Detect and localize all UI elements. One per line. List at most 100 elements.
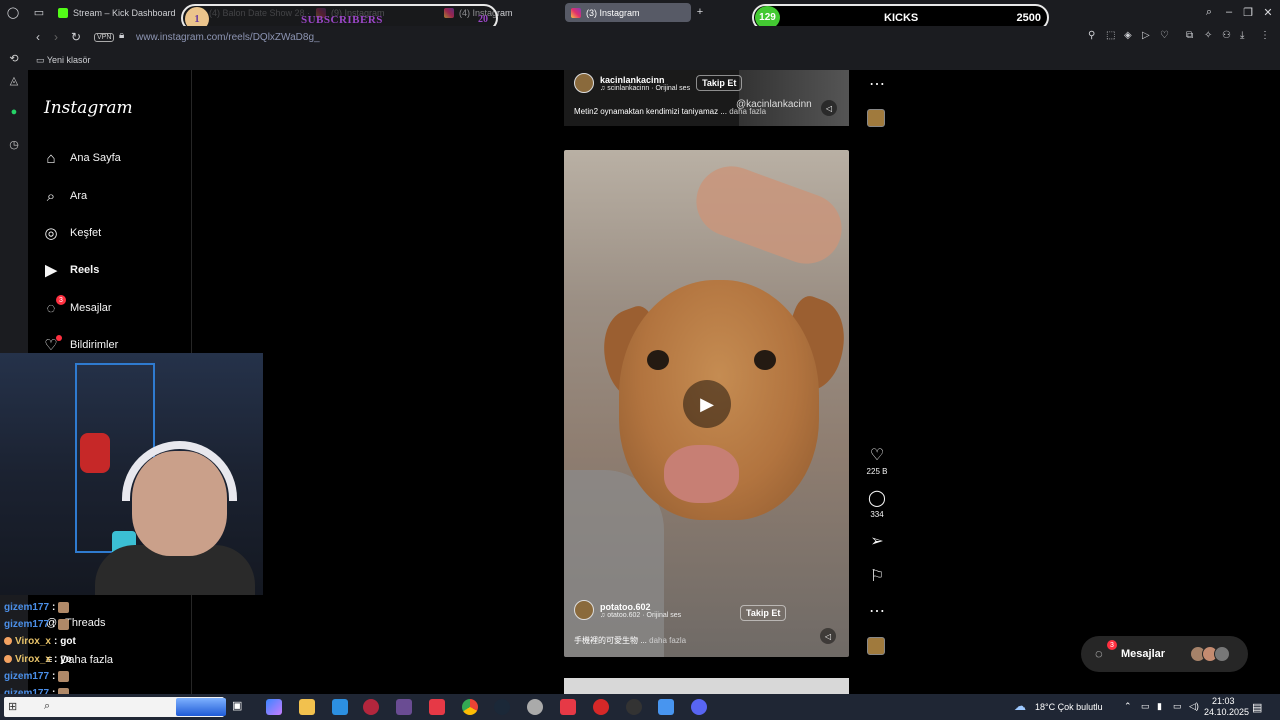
chat-message: Virox_x: got xyxy=(4,634,76,648)
menu-icon[interactable]: ⋮ xyxy=(1260,30,1270,41)
subscribers-label: SUBSCRIBERS xyxy=(301,14,383,26)
url-field[interactable]: www.instagram.com/reels/DQlxZWaD8g_ xyxy=(136,32,320,43)
download-icon[interactable]: ⤓ xyxy=(1240,30,1244,41)
app-icon[interactable] xyxy=(560,699,576,715)
avatar[interactable] xyxy=(574,73,594,93)
vpn-badge[interactable]: VPN xyxy=(94,33,115,42)
opera-menu-icon[interactable]: ◯ xyxy=(6,5,20,19)
weather-icon[interactable]: ☁ xyxy=(1014,699,1030,715)
app-icon[interactable] xyxy=(429,699,445,715)
volume-icon[interactable]: ◁) xyxy=(1189,701,1199,712)
task-view-icon[interactable]: ▣ xyxy=(232,699,248,715)
taskbar-search[interactable]: ⊞ ⌕ xyxy=(4,697,226,717)
app-icon[interactable] xyxy=(626,699,642,715)
copilot-icon[interactable] xyxy=(266,699,282,715)
profile-icon[interactable]: ⚇ xyxy=(1222,30,1231,41)
app-icon[interactable] xyxy=(396,699,412,715)
heart-icon[interactable]: ♡ xyxy=(1160,30,1169,41)
nav-reels[interactable]: ▶ Reels xyxy=(42,258,99,282)
mute-icon[interactable]: ◁ xyxy=(820,628,836,644)
bookmark-folder[interactable]: ▭ Yeni klasör xyxy=(36,55,91,66)
lock-icon[interactable]: 🔒︎ xyxy=(119,30,124,41)
emote-icon xyxy=(58,601,70,613)
translate-icon[interactable]: ⧉ xyxy=(1186,30,1193,41)
instagram-logo[interactable]: Instagram xyxy=(44,98,133,118)
notifications-icon[interactable]: ▤ xyxy=(1252,701,1262,714)
reel-previous-thumbnail xyxy=(739,70,849,126)
windows-start-icon[interactable]: ⊞ xyxy=(8,700,17,713)
store-icon[interactable] xyxy=(332,699,348,715)
tray-chevron-icon[interactable]: ⌃ xyxy=(1124,701,1132,712)
tab-instagram-3[interactable]: (3) Instagram xyxy=(565,3,691,22)
clock-time[interactable]: 21:03 xyxy=(1212,696,1235,706)
more-options-icon[interactable]: ⋯ xyxy=(866,74,888,94)
reload-icon[interactable]: ↻ xyxy=(71,30,81,44)
comment-icon[interactable]: ◯ xyxy=(866,488,888,508)
nav-explore[interactable]: ◎ Keşfet xyxy=(42,221,101,245)
whatsapp-icon[interactable]: ● xyxy=(7,106,21,120)
new-tab-button[interactable]: + xyxy=(693,5,707,19)
more-options-icon[interactable]: ⋯ xyxy=(866,601,888,621)
reel-author: potatoo.602 ♫ otatoo.602 · Orijinal ses xyxy=(574,600,681,620)
pin-icon[interactable]: ⚲ xyxy=(1088,30,1095,41)
share-icon[interactable]: ➢ xyxy=(866,531,888,551)
tab-menu-icon[interactable]: ▭ xyxy=(32,5,46,19)
back-icon[interactable]: ‹ xyxy=(36,30,40,44)
search-highlight-icon xyxy=(176,698,226,716)
messages-badge: 3 xyxy=(1107,640,1117,650)
close-icon[interactable]: ✕ xyxy=(1261,5,1275,19)
avatar[interactable] xyxy=(574,600,594,620)
steam-icon[interactable] xyxy=(494,699,510,715)
nav-home[interactable]: ⌂ Ana Sayfa xyxy=(42,146,120,170)
weather-text[interactable]: 18°C Çok bulutlu xyxy=(1035,702,1103,712)
speed-dial-icon[interactable]: ⟲ xyxy=(7,52,21,66)
search-icon: ⌕ xyxy=(44,700,51,712)
app-icon[interactable] xyxy=(527,699,543,715)
microphone-icon[interactable]: ▮ xyxy=(1157,701,1162,712)
app-icon[interactable] xyxy=(658,699,674,715)
reel-previous[interactable]: kacinlankacinn ♫ scinlankacinn · Orijina… xyxy=(564,70,849,126)
nav-messages[interactable]: ◌ 3 Mesajlar xyxy=(42,295,112,320)
tray-app-icon[interactable]: ▭ xyxy=(1141,701,1150,712)
chrome-icon[interactable] xyxy=(462,699,478,715)
tab-kick-dashboard[interactable]: Stream – Kick Dashboard xyxy=(52,3,182,22)
windows-taskbar: ⊞ ⌕ ▣ ☁ 18°C Çok bulutlu ⌃ ▭ ▮ ▭ ◁) 21:0… xyxy=(0,694,1280,720)
like-icon[interactable]: ♡ xyxy=(866,445,888,465)
dog-eye xyxy=(754,350,776,370)
app-icon[interactable] xyxy=(593,699,609,715)
search-tabs-icon[interactable]: ⌕ xyxy=(1202,5,1216,19)
subscribers-goal: 20 xyxy=(478,14,488,25)
message-avatars xyxy=(1190,646,1230,662)
minimize-icon[interactable]: – xyxy=(1222,5,1236,19)
follow-button[interactable]: Takip Et xyxy=(696,75,743,91)
audio-thumbnail[interactable] xyxy=(867,637,885,655)
play-icon[interactable]: ▶ xyxy=(683,380,731,428)
reel-next[interactable] xyxy=(564,678,849,694)
save-icon[interactable]: ⚐ xyxy=(866,566,888,586)
mute-icon[interactable]: ◁ xyxy=(821,100,837,116)
chat-badge-icon xyxy=(4,637,12,645)
snapshot-icon[interactable]: ⬚ xyxy=(1106,30,1115,41)
messages-pill[interactable]: ◌ 3 Mesajlar xyxy=(1081,636,1248,672)
reel-current[interactable]: ▶ potatoo.602 ♫ otatoo.602 · Orijinal se… xyxy=(564,150,849,657)
dog-nose xyxy=(664,445,739,503)
shield-icon[interactable]: ◈ xyxy=(1124,30,1132,41)
messages-badge: 3 xyxy=(56,295,66,305)
history-icon[interactable]: ◷ xyxy=(7,138,21,152)
network-icon[interactable]: ▭ xyxy=(1173,701,1182,712)
play-icon[interactable]: ▷ xyxy=(1142,30,1150,41)
aria-icon[interactable]: ◬ xyxy=(7,74,21,88)
chat-message: gizem177: xyxy=(4,600,70,614)
follow-button[interactable]: Takip Et xyxy=(740,605,787,621)
avatar xyxy=(1214,646,1230,662)
discord-icon[interactable] xyxy=(691,699,707,715)
restore-icon[interactable]: ❐ xyxy=(1241,5,1255,19)
file-explorer-icon[interactable] xyxy=(299,699,315,715)
opera-icon[interactable] xyxy=(363,699,379,715)
reel-caption[interactable]: 手機裡的可愛生物 ... daha fazla xyxy=(574,635,686,646)
nav-search[interactable]: ⌕ Ara xyxy=(42,184,87,208)
extensions-icon[interactable]: ✧ xyxy=(1204,30,1212,41)
audio-thumbnail[interactable] xyxy=(867,109,885,127)
clock-date[interactable]: 24.10.2025 xyxy=(1204,707,1249,717)
forward-icon[interactable]: › xyxy=(54,30,58,44)
